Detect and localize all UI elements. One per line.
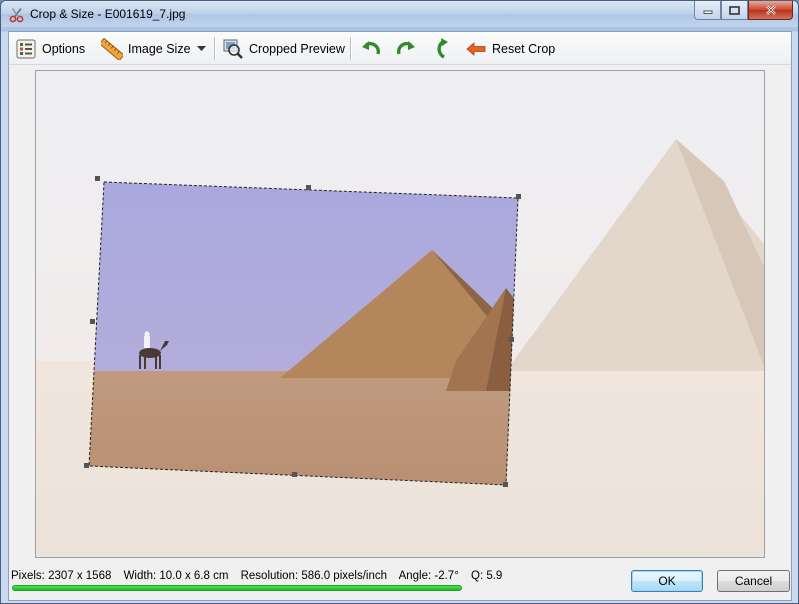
toolbar: Options Image Size Cropped Preview Reset… [9, 32, 791, 65]
rotate-left-button[interactable] [360, 36, 382, 61]
options-button[interactable]: Options [15, 36, 85, 61]
toolbar-separator [350, 37, 351, 60]
toolbar-separator [214, 37, 215, 60]
crop-size-window: Crop & Size - E001619_7.jpg Options Imag… [0, 0, 799, 604]
title-bar[interactable]: Crop & Size - E001619_7.jpg [1, 1, 798, 27]
dropdown-arrow-icon [197, 45, 206, 51]
magnifier-icon [223, 39, 243, 59]
rotate-right-button[interactable] [395, 36, 417, 61]
rotate-right-icon [396, 40, 415, 54]
angle-readout: Angle: -2.7° [398, 570, 459, 582]
resolution-readout: Resolution: 586.0 pixels/inch [240, 570, 388, 582]
cropped-preview-button[interactable]: Cropped Preview [222, 36, 345, 61]
cropped-preview-label: Cropped Preview [249, 41, 345, 56]
options-label: Options [42, 41, 86, 56]
image-size-dropdown[interactable] [197, 36, 206, 61]
cancel-button[interactable]: Cancel [717, 570, 790, 592]
pixels-readout: Pixels: 2307 x 1568 [11, 570, 112, 582]
crop-canvas[interactable] [35, 70, 765, 558]
maximize-icon [729, 5, 740, 15]
flip-icon [437, 37, 448, 59]
reset-crop-label: Reset Crop [492, 41, 556, 56]
quality-readout: Q: 5.9 [471, 570, 503, 582]
quality-progress-bar [12, 585, 462, 591]
image-size-label: Image Size [128, 41, 191, 56]
client-area: Options Image Size Cropped Preview Reset… [8, 31, 792, 601]
image-size-button[interactable]: Image Size [101, 36, 191, 61]
caption-buttons [694, 1, 793, 20]
scissors-icon [9, 8, 24, 23]
minimize-button[interactable] [694, 1, 721, 20]
ruler-icon [101, 37, 123, 60]
flip-button[interactable] [430, 36, 452, 61]
reset-arrow-icon [466, 41, 486, 56]
status-text: Pixels: 2307 x 1568 Width: 10.0 x 6.8 cm… [11, 570, 511, 582]
options-icon [16, 39, 36, 58]
close-icon [765, 5, 776, 15]
maximize-button[interactable] [721, 1, 748, 20]
width-readout: Width: 10.0 x 6.8 cm [123, 570, 229, 582]
window-title: Crop & Size - E001619_7.jpg [30, 7, 186, 21]
rotate-left-icon [362, 40, 381, 54]
close-button[interactable] [748, 1, 793, 20]
photo-preview [36, 71, 764, 557]
minimize-icon [703, 10, 712, 14]
ok-button[interactable]: OK [631, 570, 703, 592]
status-bar: Pixels: 2307 x 1568 Width: 10.0 x 6.8 cm… [9, 566, 791, 600]
reset-crop-button[interactable]: Reset Crop [465, 36, 555, 61]
